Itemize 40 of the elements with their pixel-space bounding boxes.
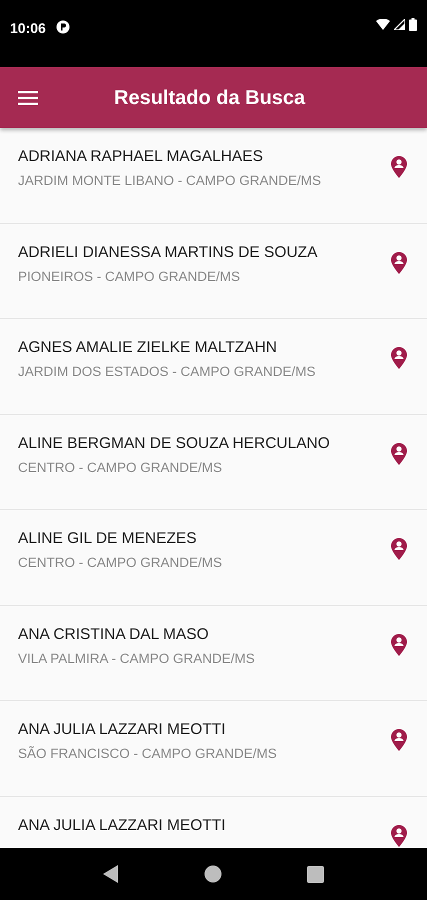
signal-icon	[394, 19, 405, 30]
menu-icon[interactable]	[18, 90, 38, 104]
notification-icon	[56, 20, 70, 34]
back-icon[interactable]	[102, 865, 119, 883]
result-row[interactable]: ANA JULIA LAZZARI MEOTTI SÃO FRANCISCO - CAMPO GRANDE/MS	[0, 701, 427, 796]
location-text: SÃO FRANCISCO - CAMPO GRANDE/MS	[18, 745, 278, 763]
map-pin-icon[interactable]	[391, 442, 407, 464]
person-name: ADRIELI DIANESSA MARTINS DE SOUZA	[18, 244, 318, 262]
result-row[interactable]: ADRIELI DIANESSA MARTINS DE SOUZA PIONEIROS - CAMPO GRANDE/MS	[0, 224, 427, 319]
map-pin-icon[interactable]	[391, 252, 407, 274]
location-text: CENTRO - CAMPO GRANDE/MS	[18, 458, 224, 476]
wifi-icon	[376, 19, 390, 30]
result-row[interactable]: ALINE GIL DE MENEZES CENTRO - CAMPO GRANDE/MS	[0, 510, 427, 606]
person-name: ANA CRISTINA DAL MASO	[18, 626, 210, 644]
result-row[interactable]: AGNES AMALIE ZIELKE MALTZAHN JARDIM DOS ESTADOS - CAMPO GRANDE/MS	[0, 319, 427, 414]
location-text: JARDIM DOS ESTADOS - CAMPO GRANDE/MS	[18, 363, 317, 381]
map-pin-icon[interactable]	[391, 634, 407, 656]
map-pin-icon[interactable]	[391, 538, 407, 560]
person-name: ADRIANA RAPHAEL MAGALHAES	[18, 148, 264, 166]
person-name: AGNES AMALIE ZIELKE MALTZAHN	[18, 339, 278, 357]
person-name: ALINE BERGMAN DE SOUZA HERCULANO	[18, 434, 331, 452]
clock: 10:06	[10, 19, 46, 38]
person-name: ALINE GIL DE MENEZES	[18, 530, 198, 548]
result-row[interactable]: ADRIANA RAPHAEL MAGALHAES JARDIM MONTE LIBANO - CAMPO GRANDE/MS	[0, 128, 427, 224]
map-pin-icon[interactable]	[391, 156, 407, 178]
map-pin-icon[interactable]	[391, 729, 407, 751]
person-name: ANA JULIA LAZZARI MEOTTI	[18, 816, 227, 834]
result-row[interactable]: ALINE BERGMAN DE SOUZA HERCULANO CENTRO - CAMPO GRANDE/MS	[0, 414, 427, 510]
battery-icon	[409, 18, 417, 31]
result-row[interactable]: ANA CRISTINA DAL MASO VILA PALMIRA - CAMPO GRANDE/MS	[0, 606, 427, 701]
location-text: CENTRO - CAMPO GRANDE/MS	[18, 554, 224, 572]
location-text: PIONEIROS - CAMPO GRANDE/MS	[18, 268, 242, 286]
map-pin-icon[interactable]	[391, 347, 407, 369]
screen-title: Resultado da Busca	[114, 86, 306, 110]
map-pin-icon[interactable]	[391, 824, 407, 846]
recents-icon[interactable]	[307, 866, 324, 882]
person-name: ANA JULIA LAZZARI MEOTTI	[18, 721, 227, 739]
location-text: VILA PALMIRA - CAMPO GRANDE/MS	[18, 650, 256, 668]
home-icon[interactable]	[204, 865, 222, 883]
location-text: JARDIM MONTE LIBANO - CAMPO GRANDE/MS	[18, 172, 322, 190]
